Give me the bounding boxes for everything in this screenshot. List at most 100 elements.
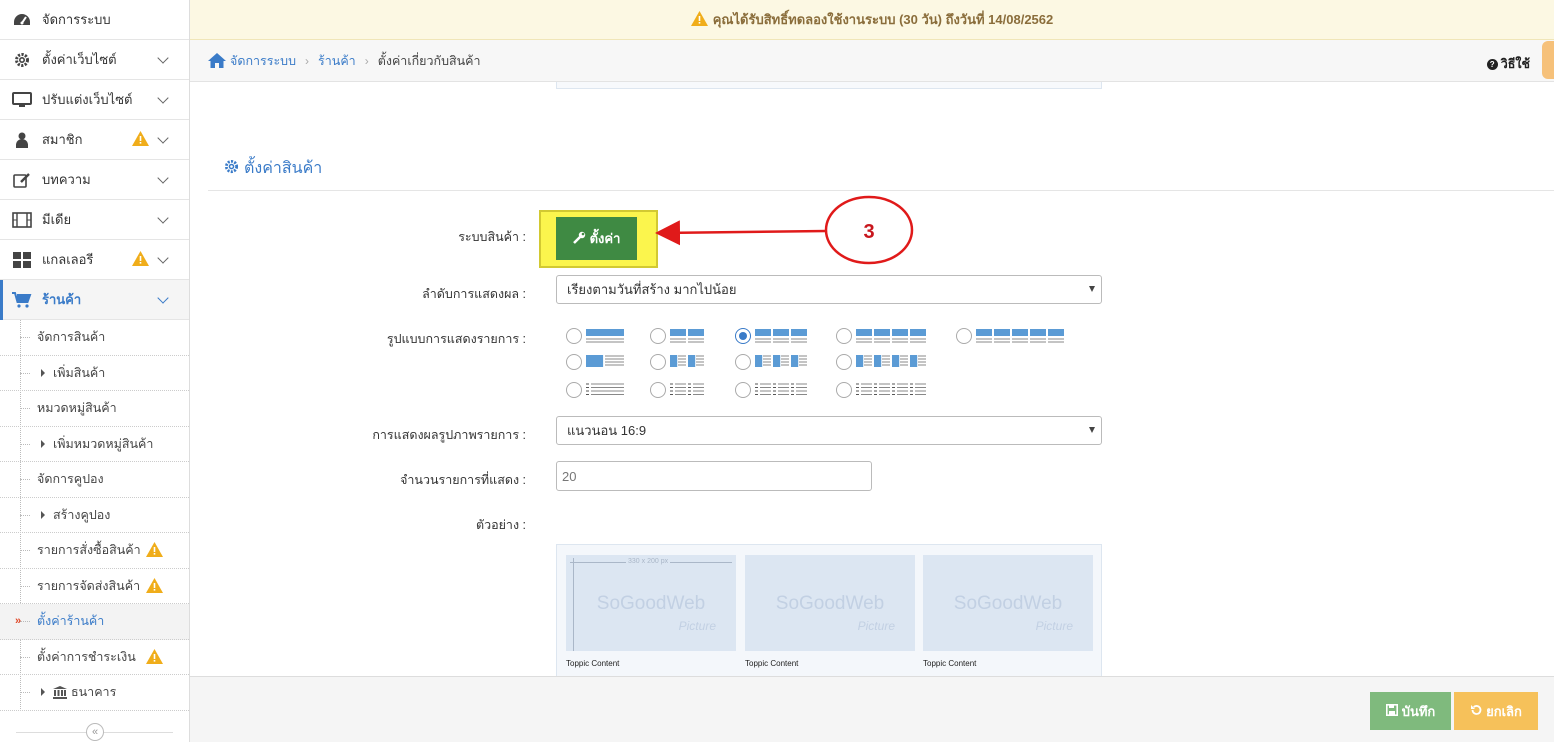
sidebar-subitem-manage-products[interactable]: จัดการสินค้า (0, 320, 189, 356)
subitem-label: รายการสั่งซื้อสินค้า (37, 543, 141, 558)
radio-button[interactable] (836, 328, 852, 344)
subitem-label: ตั้งค่าร้านค้า (37, 614, 105, 629)
save-label: บันทึก (1401, 703, 1436, 719)
sidebar-item-members[interactable]: สมาชิก (0, 120, 189, 160)
settings-button[interactable]: ตั้งค่า (556, 217, 637, 260)
layout-thumbnail-icon (586, 355, 624, 367)
layout-option[interactable] (650, 354, 706, 370)
layout-thumbnail-icon (856, 383, 926, 395)
item-count-input[interactable] (556, 461, 872, 491)
sidebar-item-articles[interactable]: บทความ (0, 160, 189, 200)
product-system-label: ระบบสินค้า : (458, 230, 526, 244)
sidebar-item-dashboard[interactable]: จัดการระบบ (0, 0, 189, 40)
image-display-select[interactable]: แนวนอน 16:9 (556, 416, 1102, 445)
placeholder-logo: SoGoodWeb (596, 593, 706, 614)
display-order-select[interactable]: เรียงตามวันที่สร้าง มากไปน้อย (556, 275, 1102, 304)
sidebar-subitem-manage-coupons[interactable]: จัดการคูปอง (0, 462, 189, 498)
collapse-sidebar-button[interactable]: « (86, 723, 104, 741)
radio-button[interactable] (836, 354, 852, 370)
radio-button[interactable] (650, 354, 666, 370)
active-indicator (0, 280, 3, 320)
sidebar-item-website-settings[interactable]: ตั้งค่าเว็บไซต์ (0, 40, 189, 80)
sidebar-item-label: จัดการระบบ (42, 12, 111, 27)
layout-option[interactable] (650, 382, 706, 398)
layout-option[interactable] (566, 382, 626, 398)
layout-option[interactable] (735, 354, 809, 370)
gear-icon (12, 51, 32, 69)
sidebar-item-customize[interactable]: ปรับแต่งเว็บไซต์ (0, 80, 189, 120)
preview-image: SoGoodWeb Picture (923, 555, 1093, 651)
home-icon[interactable] (208, 53, 226, 68)
layout-option[interactable] (956, 328, 1066, 344)
sidebar-item-shop[interactable]: ร้านค้า (0, 280, 189, 320)
cancel-button[interactable]: ยกเลิก (1454, 692, 1538, 730)
caret-right-icon (41, 510, 45, 519)
breadcrumb-separator: › (305, 53, 310, 68)
item-count-label: จำนวนรายการที่แสดง : (400, 473, 526, 487)
radio-button[interactable] (566, 328, 582, 344)
footer-bar: บันทึก ยกเลิก (190, 676, 1554, 742)
dashboard-icon (12, 11, 32, 29)
bank-icon (53, 685, 67, 699)
side-tab-handle[interactable] (1542, 41, 1554, 79)
layout-option[interactable] (836, 354, 928, 370)
layout-thumbnail-icon (856, 329, 926, 343)
radio-button[interactable] (735, 354, 751, 370)
image-display-label: การแสดงผลรูปภาพรายการ : (372, 428, 526, 442)
grid-icon (12, 251, 32, 269)
sidebar-item-gallery[interactable]: แกลเลอรี (0, 240, 189, 280)
section-title: ตั้งค่าสินค้า (224, 156, 322, 181)
radio-button[interactable] (650, 382, 666, 398)
radio-button[interactable] (566, 382, 582, 398)
caret-right-icon (41, 368, 45, 377)
caret-right-icon (41, 439, 45, 448)
caret-right-icon (41, 688, 45, 697)
sidebar-subitem-product-categories[interactable]: หมวดหมู่สินค้า (0, 391, 189, 427)
sidebar-subitem-bank[interactable]: ธนาคาร (0, 675, 189, 711)
example-label: ตัวอย่าง : (475, 518, 526, 532)
edit-icon (12, 171, 32, 189)
radio-button[interactable] (566, 354, 582, 370)
display-order-value: เรียงตามวันที่สร้าง มากไปน้อย (567, 282, 737, 297)
subitem-label: จัดการคูปอง (37, 472, 104, 487)
settings-button-label: ตั้งค่า (589, 231, 621, 246)
radio-button[interactable] (735, 382, 751, 398)
layout-option[interactable] (650, 328, 706, 344)
placeholder-logo-sub: Picture (1035, 619, 1073, 633)
layout-option[interactable] (566, 328, 626, 344)
dimension-text: 330 x 200 px (626, 558, 671, 565)
save-button[interactable]: บันทึก (1370, 692, 1451, 730)
preview-caption: Toppic Content (923, 659, 977, 668)
layout-option[interactable] (836, 328, 928, 344)
help-link[interactable]: ? วิธีใช้ (1486, 54, 1530, 74)
sidebar-subitem-add-product[interactable]: เพิ่มสินค้า (0, 356, 189, 391)
radio-button[interactable] (956, 328, 972, 344)
sidebar-subitem-shipments[interactable]: รายการจัดส่งสินค้า (0, 569, 189, 604)
sidebar-subitem-orders[interactable]: รายการสั่งซื้อสินค้า (0, 533, 189, 569)
layout-option[interactable] (836, 382, 928, 398)
layout-option[interactable] (566, 354, 626, 370)
radio-button[interactable] (735, 328, 751, 344)
section-title-text: ตั้งค่าสินค้า (244, 160, 323, 177)
notice-text: คุณได้รับสิทธิ์ทดลองใช้งานระบบ (30 วัน) … (712, 12, 1054, 27)
breadcrumb-item[interactable]: จัดการระบบ (230, 51, 296, 71)
layout-option[interactable] (735, 382, 809, 398)
sidebar-item-media[interactable]: มีเดีย (0, 200, 189, 240)
layout-thumbnail-icon (586, 329, 624, 343)
sidebar-subitem-payment-settings[interactable]: ตั้งค่าการชำระเงิน (0, 640, 189, 675)
sidebar-subitem-create-coupon[interactable]: สร้างคูปอง (0, 498, 189, 533)
sidebar-subitem-add-category[interactable]: เพิ่มหมวดหมู่สินค้า (0, 427, 189, 462)
gear-icon (224, 159, 239, 179)
placeholder-logo: SoGoodWeb (953, 593, 1063, 614)
preview-image: 330 x 200 px SoGoodWeb Picture (566, 555, 736, 651)
breadcrumb-item[interactable]: ร้านค้า (318, 51, 356, 71)
sidebar-subitem-shop-settings[interactable]: » ตั้งค่าร้านค้า (0, 604, 189, 640)
subitem-label: ตั้งค่าการชำระเงิน (37, 649, 136, 664)
sidebar: จัดการระบบ ตั้งค่าเว็บไซต์ ปรับแต่งเว็บไ… (0, 0, 190, 742)
layout-option[interactable] (735, 328, 809, 344)
radio-button[interactable] (836, 382, 852, 398)
layout-thumbnail-icon (755, 329, 807, 343)
warning-icon (690, 10, 708, 29)
layout-thumbnail-icon (670, 383, 704, 395)
radio-button[interactable] (650, 328, 666, 344)
